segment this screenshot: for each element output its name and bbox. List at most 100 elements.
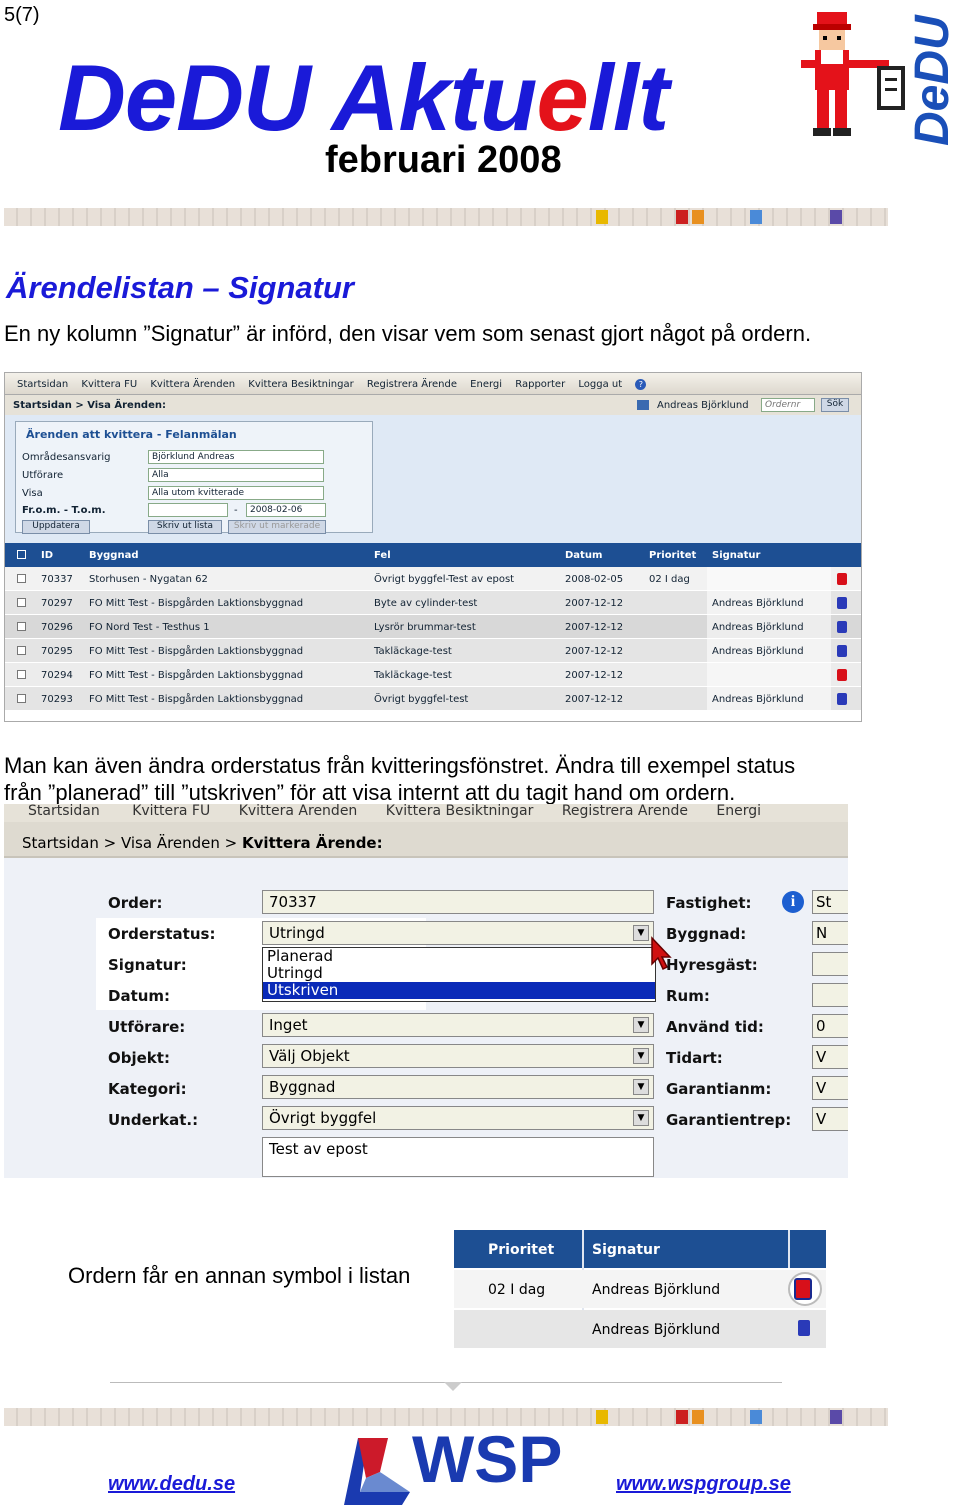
ansvarig-select[interactable]: Björklund Andreas [148,450,324,464]
wspgroup-link[interactable]: www.wspgroup.se [616,1473,791,1496]
user-icon [637,400,649,410]
objekt-select[interactable]: Välj Objekt ▼ [262,1044,654,1068]
col-header[interactable]: Signatur [712,550,761,561]
chevron-down-icon[interactable]: ▼ [633,1079,649,1095]
row-checkbox[interactable] [17,670,26,679]
menu-item[interactable]: Energi [470,379,502,390]
search-button[interactable]: Sök [821,398,849,412]
form-label: Datum: [108,987,171,1005]
chevron-down-icon[interactable]: ▼ [633,1110,649,1126]
page-title: DeDU Aktuellt [58,45,669,150]
menu-item[interactable]: Kvittera FU [81,379,137,390]
description-field[interactable]: Test av epost [262,1137,654,1177]
print-marked-button[interactable]: Skriv ut markerade [228,520,326,534]
form-field[interactable]: V [812,1076,848,1100]
dedu-link[interactable]: www.dedu.se [108,1473,235,1496]
underkat-select[interactable]: Övrigt byggfel ▼ [262,1106,654,1130]
col-header[interactable]: Fel [374,550,391,561]
menu-item[interactable]: Energi [716,804,761,819]
status-icon-red[interactable] [837,573,847,585]
menu-item[interactable]: Kvittera Ärenden [239,804,358,819]
form-field[interactable] [812,952,848,976]
status-icon-red[interactable] [837,669,847,681]
form-field[interactable]: St [812,890,848,914]
chevron-down-icon[interactable]: ▼ [633,925,649,941]
info-icon[interactable]: i [782,891,804,913]
table-row[interactable]: 70295 FO Mitt Test - Bispgården Laktionsb… [5,639,861,663]
update-button[interactable]: Uppdatera [22,520,90,534]
main-menu: Startsidan Kvittera FU Kvittera Ärenden … [5,373,861,395]
col-header[interactable]: Byggnad [89,550,138,561]
page-number: 5(7) [4,4,40,26]
byggnad-cell: FO Mitt Test - Bispgården Laktionsbyggna… [89,646,304,657]
menu-item[interactable]: Logga ut [578,379,622,390]
form-label: Byggnad: [666,925,747,943]
menu-item[interactable]: Kvittera Besiktningar [386,804,534,819]
menu-item[interactable]: Kvittera FU [132,804,210,819]
chevron-down-icon[interactable]: ▼ [633,1017,649,1033]
fel-cell: Takläckage-test [374,646,452,657]
table-row[interactable]: 70297 FO Mitt Test - Bispgården Laktionsb… [5,591,861,615]
form-field[interactable]: N [812,921,848,945]
col-header[interactable]: ID [41,550,53,561]
menu-item[interactable]: Startsidan [17,379,68,390]
row-checkbox[interactable] [17,646,26,655]
kategori-select[interactable]: Byggnad ▼ [262,1075,654,1099]
form-label: Objekt: [108,1049,170,1067]
page-subtitle: februari 2008 [325,139,562,181]
utforare-value: Inget [269,1016,308,1034]
menu-item[interactable]: Kvittera Besiktningar [248,379,353,390]
date-to-input[interactable]: 2008-02-06 [246,503,326,517]
menu-strip: Startsidan Kvittera FU Kvittera Ärenden … [4,804,848,822]
help-icon[interactable]: ? [635,379,647,390]
table-row[interactable]: 70294 FO Mitt Test - Bispgården Laktionsb… [5,663,861,687]
row-checkbox[interactable] [17,622,26,631]
select-all-checkbox[interactable] [17,550,26,559]
svg-text:DeDU: DeDU [908,14,956,146]
status-icon-blue[interactable] [837,621,847,633]
signatur-cell: Andreas Björklund [712,694,804,705]
date-from-input[interactable] [148,503,228,517]
form-label: Signatur: [108,956,187,974]
mascot-image [795,6,910,144]
col-header[interactable]: Prioritet [649,550,696,561]
table-row[interactable]: 70337 Storhusen - Nygatan 62 Övrigt byggfe… [5,567,861,591]
form-field[interactable] [812,983,848,1007]
dropdown-option[interactable]: Planerad [263,948,655,965]
menu-item[interactable]: Registrera Ärende [367,379,457,390]
utforare-select[interactable]: Alla [148,468,324,482]
underkat-value: Övrigt byggfel [269,1109,377,1127]
status-icon-blue[interactable] [837,597,847,609]
status-icon-blue[interactable] [837,645,847,657]
status-icon-blue[interactable] [798,1320,810,1336]
dropdown-option-selected[interactable]: Utskriven [263,982,655,999]
row-checkbox[interactable] [17,574,26,583]
wsp-logo: WSP [320,1420,620,1507]
id-cell: 70337 [41,574,73,585]
form-field[interactable]: V [812,1045,848,1069]
id-cell: 70293 [41,694,73,705]
utforare-select[interactable]: Inget ▼ [262,1013,654,1037]
table-row[interactable]: 70293 FO Mitt Test - Bispgården Laktionsb… [5,687,861,711]
form-field[interactable]: V [812,1107,848,1131]
visa-select[interactable]: Alla utom kvitterade [148,486,324,500]
row-checkbox[interactable] [17,598,26,607]
signatur-bg [707,567,831,591]
col-header[interactable]: Datum [565,550,602,561]
menu-item[interactable]: Rapporter [515,379,565,390]
form-field[interactable]: 0 [812,1014,848,1038]
dropdown-option[interactable]: Utringd [263,965,655,982]
print-list-button[interactable]: Skriv ut lista [148,520,222,534]
orderstatus-select[interactable]: Utringd ▼ [262,921,654,945]
status-icon-blue[interactable] [837,693,847,705]
menu-item[interactable]: Kvittera Ärenden [150,379,235,390]
chevron-down-icon[interactable]: ▼ [633,1048,649,1064]
order-search-input[interactable]: Ordernr [761,398,815,412]
row-checkbox[interactable] [17,694,26,703]
status-icon-red[interactable] [794,1278,812,1300]
menu-item[interactable]: Registrera Ärende [562,804,688,819]
fel-cell: Övrigt byggfel-test [374,694,469,705]
order-field[interactable]: 70337 [262,890,654,914]
table-row[interactable]: 70296 FO Nord Test - Testhus 1 Lysrör brum… [5,615,861,639]
menu-item[interactable]: Startsidan [28,804,100,819]
